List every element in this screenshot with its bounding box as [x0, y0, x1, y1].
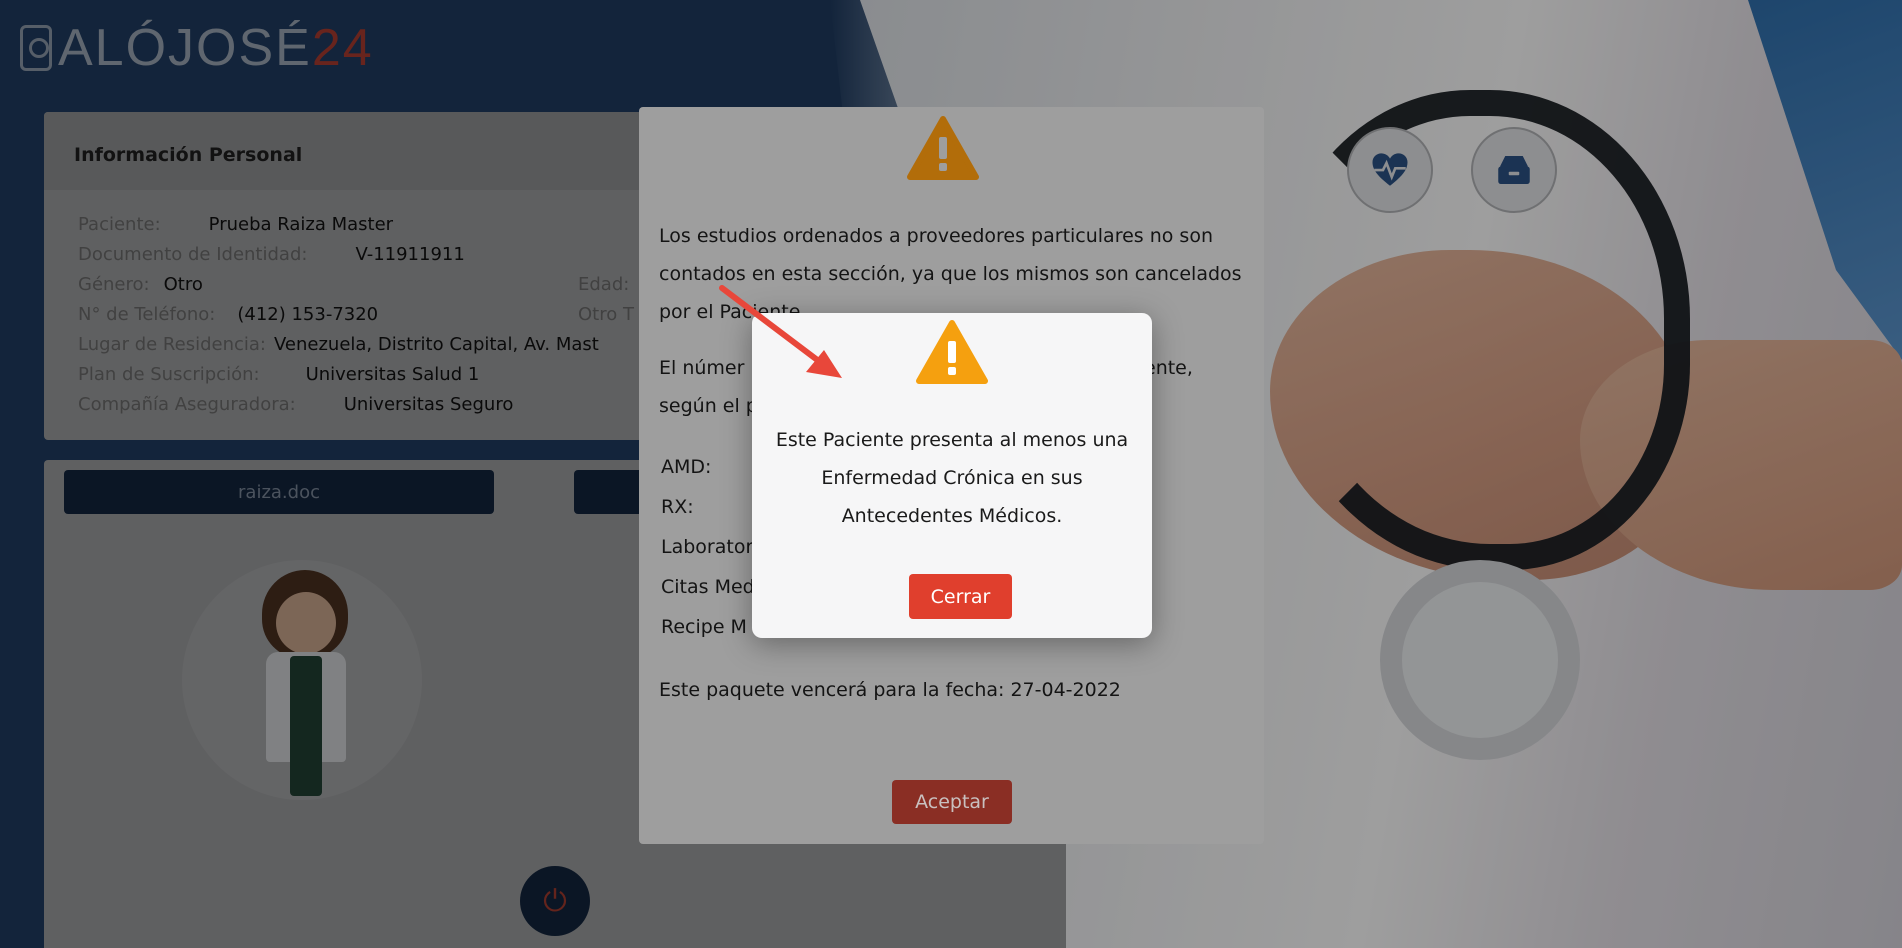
modal-paragraph-2-start: El númer — [659, 357, 745, 379]
close-button[interactable]: Cerrar — [909, 574, 1012, 619]
chronic-disease-alert: Este Paciente presenta al menos una Enfe… — [752, 313, 1152, 638]
health-button[interactable] — [1347, 127, 1433, 213]
modal-paragraph-2-line2: según el p — [659, 395, 758, 417]
list-item: RX: — [661, 496, 694, 518]
alert-message: Este Paciente presenta al menos una Enfe… — [775, 429, 1129, 527]
accept-button[interactable]: Aceptar — [892, 780, 1012, 824]
list-item: AMD: — [661, 456, 712, 478]
warning-icon — [916, 320, 988, 384]
archive-icon — [1498, 156, 1530, 184]
heartbeat-icon — [1372, 153, 1408, 186]
list-item: Citas Med — [661, 576, 755, 598]
list-item: Laborator — [661, 536, 754, 558]
warning-icon — [907, 116, 979, 180]
expiry-text: Este paquete vencerá para la fecha: 27-0… — [659, 679, 1121, 701]
list-item: Recipe M — [661, 616, 747, 638]
archive-button[interactable] — [1471, 127, 1557, 213]
service-list: AMD: RX: Laborator Citas Med Recipe M — [661, 447, 755, 647]
